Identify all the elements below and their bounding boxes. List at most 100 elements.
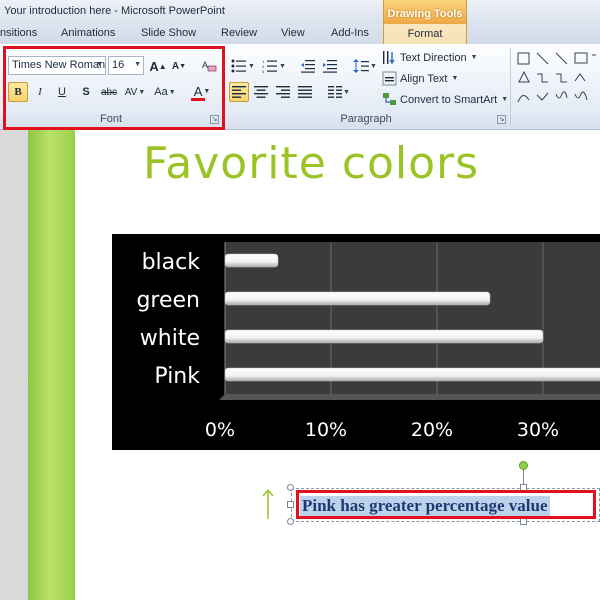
up-arrow-icon xyxy=(262,488,274,519)
x-tick-label: 30% xyxy=(517,419,559,441)
category-label: green xyxy=(136,288,200,313)
svg-text:A: A xyxy=(202,60,208,70)
font-color-label: A xyxy=(193,83,203,99)
convert-smartart-label: Convert to SmartArt xyxy=(400,93,498,106)
font-dialog-launcher[interactable]: ↘ xyxy=(210,115,219,124)
resize-handle[interactable] xyxy=(520,518,527,525)
text-shadow-button[interactable]: S xyxy=(76,82,96,102)
decrease-indent-button[interactable] xyxy=(298,56,318,76)
align-center-icon xyxy=(254,86,268,98)
x-tick-label: 0% xyxy=(205,419,235,441)
paragraph-dialog-launcher[interactable]: ↘ xyxy=(497,115,506,124)
line-spacing-button[interactable]: ▼ xyxy=(352,56,378,76)
chevron-down-icon: ▼ xyxy=(203,87,211,95)
font-name-combo[interactable]: Times New Roman ▼ xyxy=(8,56,106,75)
bold-button[interactable]: B xyxy=(8,82,28,102)
numbering-icon: 123 xyxy=(262,59,278,73)
columns-button[interactable]: ▼ xyxy=(325,82,353,102)
change-case-label: Aa xyxy=(154,86,168,98)
paragraph-group-label: Paragraph xyxy=(340,113,392,125)
spacing-label: AV xyxy=(124,86,138,98)
plot-floor xyxy=(219,394,600,400)
freeform-shape-icon xyxy=(555,91,568,99)
font-color-label-wrap: A ▼ xyxy=(194,84,211,99)
grow-font-button[interactable]: A ▲ xyxy=(148,56,168,76)
bar-black xyxy=(224,253,279,268)
align-center-button[interactable] xyxy=(251,82,271,102)
align-left-icon xyxy=(232,86,246,98)
line-shape-icon xyxy=(536,52,549,65)
drawing-tools-header: Drawing Tools xyxy=(383,0,467,24)
resize-handle[interactable] xyxy=(520,484,527,491)
bar-white xyxy=(224,329,544,344)
resize-handle[interactable] xyxy=(287,484,294,491)
rectangle-shape-icon xyxy=(574,52,588,64)
shapes-gallery[interactable] xyxy=(515,50,597,106)
elbow-connector-icon xyxy=(537,73,548,83)
change-case-button[interactable]: Aa ▼ xyxy=(151,82,179,102)
numbering-button[interactable]: 1 2 3 ▼ xyxy=(260,56,288,76)
chevron-down-icon: ▼ xyxy=(343,88,350,96)
bullets-icon xyxy=(231,59,247,73)
category-label: black xyxy=(142,250,201,275)
underline-button[interactable]: U xyxy=(52,82,72,102)
tab-review[interactable]: Review xyxy=(221,27,257,39)
clear-formatting-button[interactable]: A xyxy=(199,56,219,76)
tab-format[interactable]: Format xyxy=(383,24,467,44)
convert-smartart-button[interactable]: Convert to SmartArt ▼ xyxy=(382,92,508,107)
arrow-shape-icon xyxy=(555,52,568,65)
align-right-button[interactable] xyxy=(273,82,293,102)
font-size-value: 16 xyxy=(112,59,125,71)
arrow-right-shape-icon xyxy=(574,73,586,82)
curve-shape-icon xyxy=(536,92,549,101)
bar-pink xyxy=(224,367,600,382)
triangle-shape-icon xyxy=(518,70,530,83)
chevron-down-icon: ▼ xyxy=(451,75,459,82)
text-direction-button[interactable]: Text Direction ▼ xyxy=(382,50,478,65)
bar-green xyxy=(224,291,491,306)
ribbon: Times New Roman ▼ 16 ▼ A ▲ A ▼ A B I U S a… xyxy=(0,44,600,130)
decrease-indent-icon xyxy=(301,60,315,73)
chevron-down-icon: ▼ xyxy=(370,62,377,70)
rotation-handle[interactable] xyxy=(519,461,528,470)
strikethrough-button[interactable]: abc xyxy=(97,82,121,102)
chevron-down-icon: ▼ xyxy=(279,62,286,70)
tab-animations[interactable]: Animations xyxy=(61,27,115,39)
resize-handle[interactable] xyxy=(287,518,294,525)
shapes-gallery-icons xyxy=(517,52,596,103)
text-box-shape-icon xyxy=(517,52,530,65)
group-separator xyxy=(224,48,225,126)
align-left-button[interactable] xyxy=(229,82,249,102)
bullets-button[interactable]: ▼ xyxy=(229,56,257,76)
window-title: Your introduction here - Microsoft Power… xyxy=(4,5,225,17)
slide-text-box[interactable]: Pink has greater percentage value xyxy=(300,496,550,516)
slide-title[interactable]: Favorite colors xyxy=(143,138,479,189)
align-text-icon xyxy=(382,71,397,86)
justify-button[interactable] xyxy=(295,82,315,102)
chevron-down-icon: ▼ xyxy=(138,88,146,96)
columns-icon xyxy=(328,86,343,98)
resize-handle[interactable] xyxy=(287,501,294,508)
tab-slide-show[interactable]: Slide Show xyxy=(141,27,196,39)
tab-transitions[interactable]: nsitions xyxy=(0,27,37,39)
font-size-combo[interactable]: 16 ▼ xyxy=(108,56,144,75)
increase-indent-button[interactable] xyxy=(320,56,340,76)
italic-button[interactable]: I xyxy=(30,82,50,102)
slide-left-strip xyxy=(28,130,75,600)
x-tick-label: 20% xyxy=(411,419,453,441)
up-caret-icon: ▲ xyxy=(158,61,167,71)
bar-chart[interactable]: black green white Pink 0% 10% 20% 30% xyxy=(112,234,600,450)
align-text-button[interactable]: Align Text ▼ xyxy=(382,71,458,86)
increase-indent-icon xyxy=(323,60,337,73)
shrink-font-button[interactable]: A ▼ xyxy=(169,56,189,76)
up-arrow-shape[interactable] xyxy=(262,488,274,520)
align-right-icon xyxy=(276,86,290,98)
character-spacing-button[interactable]: AV ▼ xyxy=(122,82,148,102)
chevron-down-icon: ▼ xyxy=(168,88,176,96)
ribbon-tabs: nsitions Animations Slide Show Review Vi… xyxy=(0,24,600,44)
arc-shape-icon xyxy=(517,95,530,103)
font-color-button[interactable]: A ▼ xyxy=(187,82,217,102)
tab-view[interactable]: View xyxy=(281,27,305,39)
font-color-swatch xyxy=(191,97,205,101)
tab-add-ins[interactable]: Add-Ins xyxy=(331,27,369,39)
